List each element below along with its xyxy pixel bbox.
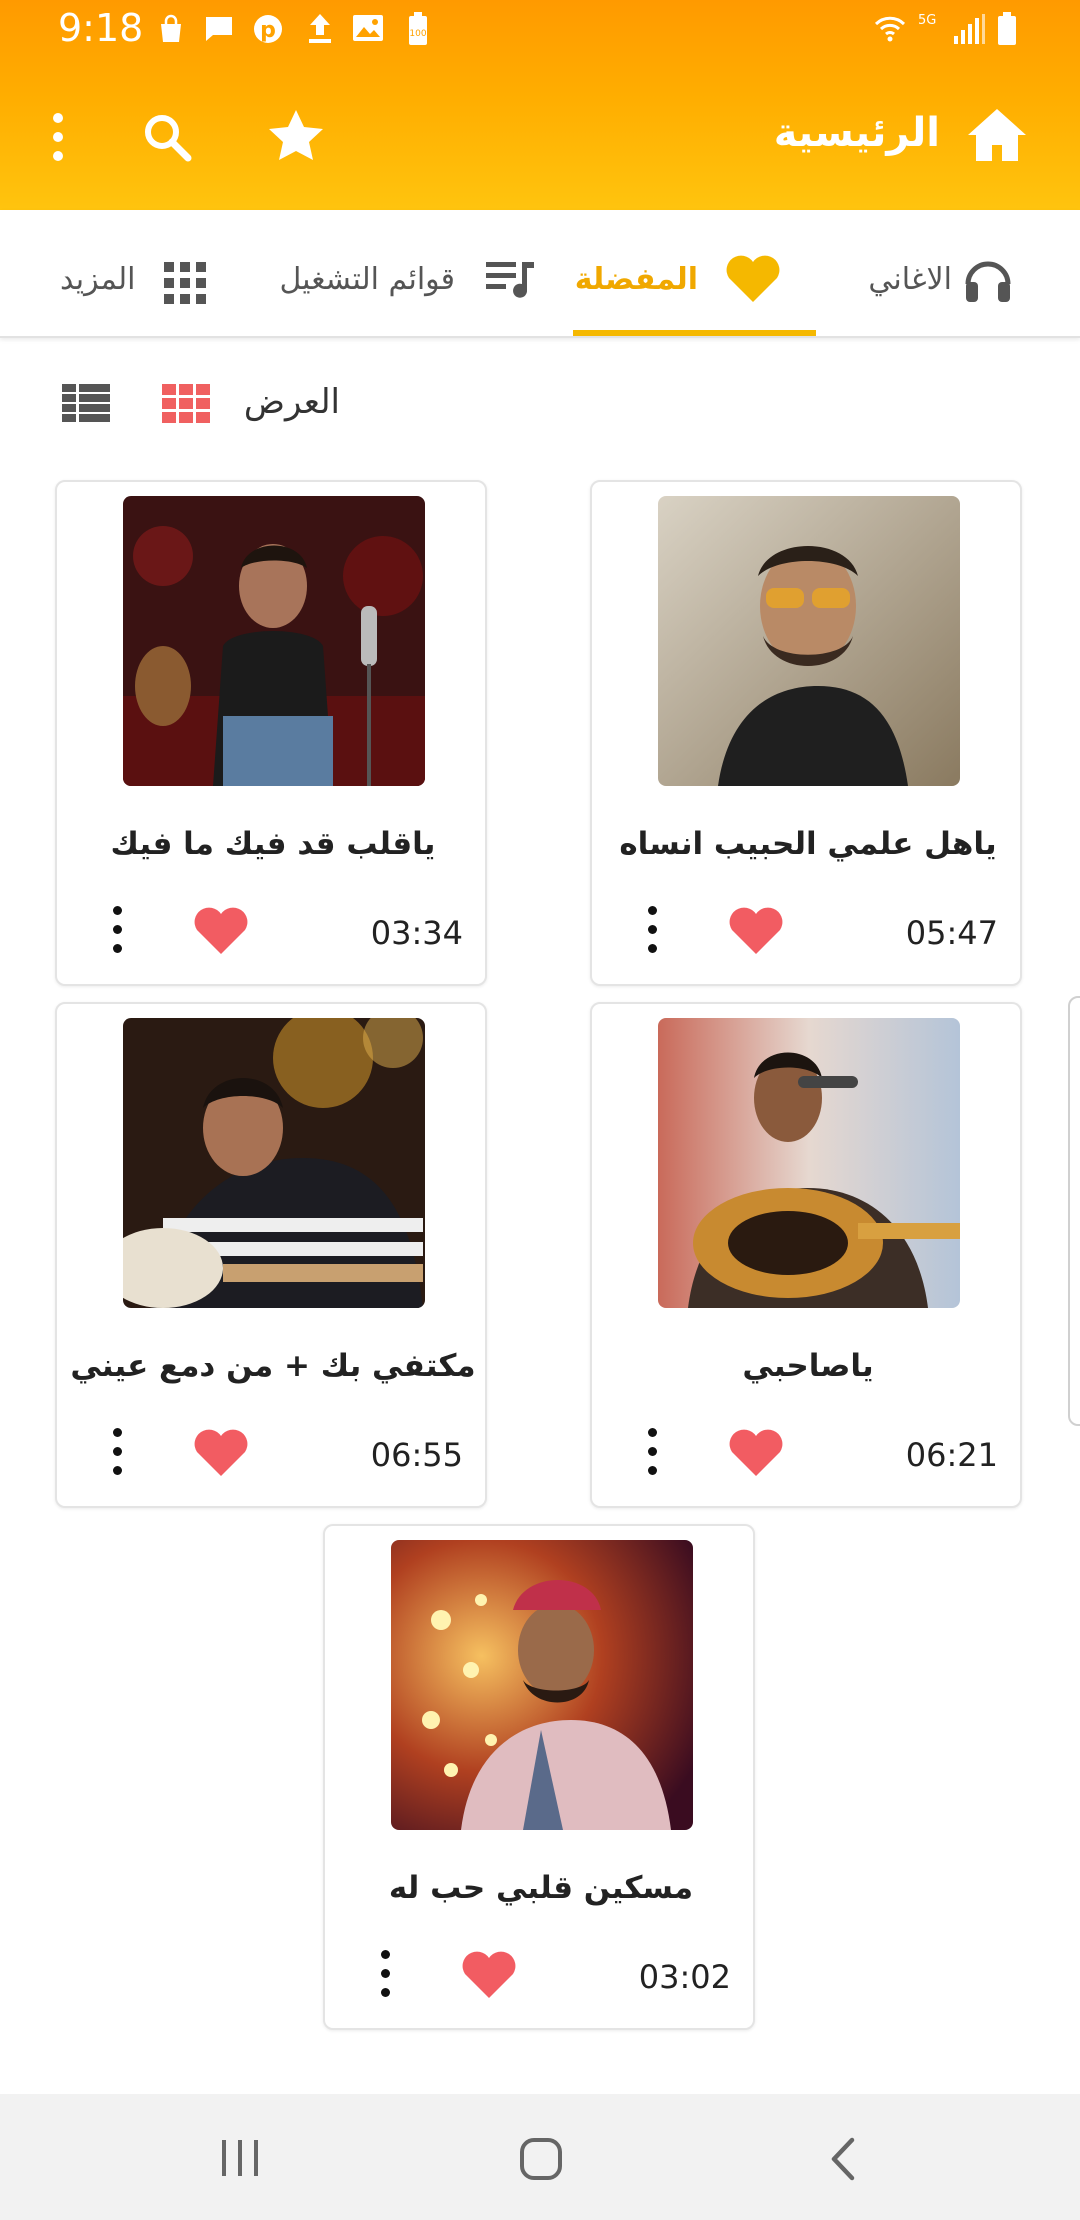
back-icon[interactable] <box>826 2136 860 2182</box>
battery-100-icon: 100 <box>409 12 427 45</box>
app-bar: 9:18 p 100 5G الرئيسية <box>0 0 1080 210</box>
signal-icon <box>954 14 985 44</box>
tab-bar: الاغاني المفضلة قوائم التشغيل المزيد <box>0 210 1080 338</box>
more-vert-icon[interactable] <box>50 112 66 162</box>
song-card[interactable]: ياصاحبي 06:21 <box>590 1002 1022 1508</box>
song-duration: 03:34 <box>370 914 463 952</box>
song-duration: 05:47 <box>905 914 998 952</box>
song-thumbnail <box>391 1540 693 1830</box>
song-thumbnail <box>123 496 425 786</box>
svg-text:5G: 5G <box>918 13 936 28</box>
more-vert-icon[interactable] <box>642 1424 662 1480</box>
tab-favorites[interactable]: المفضلة <box>573 210 816 336</box>
shopping-bag-icon <box>161 14 181 42</box>
message-icon <box>206 17 232 41</box>
edge-panel-handle[interactable] <box>1068 996 1080 1426</box>
more-vert-icon[interactable] <box>375 1946 395 2002</box>
active-tab-indicator <box>573 330 816 336</box>
page-title: الرئيسية <box>773 110 940 156</box>
svg-text:p: p <box>260 18 276 43</box>
image-icon <box>353 15 383 41</box>
header: الرئيسية <box>0 62 1080 210</box>
system-nav-bar <box>0 2094 1080 2220</box>
song-thumbnail <box>123 1018 425 1308</box>
home-button-icon[interactable] <box>518 2136 564 2182</box>
song-title: ياقلب قد فيك ما فيك <box>110 826 436 862</box>
song-title: مسكين قلبي حب له <box>388 1870 694 1906</box>
song-card[interactable]: ياهل علمي الحبيب انساه 05:47 <box>590 480 1022 986</box>
song-title: ياهل علمي الحبيب انساه <box>619 826 997 862</box>
tab-favorites-label: المفضلة <box>574 262 698 297</box>
status-time: 9:18 <box>58 6 144 50</box>
upload-icon <box>309 14 331 43</box>
favorite-heart-icon[interactable] <box>193 1428 249 1478</box>
favorite-heart-icon[interactable] <box>728 1428 784 1478</box>
status-bar: 9:18 p 100 5G <box>0 0 1080 62</box>
list-view-icon[interactable] <box>62 384 110 424</box>
song-duration: 03:02 <box>638 1958 731 1996</box>
playlist-icon <box>486 262 534 298</box>
song-thumbnail <box>658 1018 960 1308</box>
apps-grid-icon <box>164 262 206 304</box>
heart-icon <box>726 255 780 302</box>
more-vert-icon[interactable] <box>642 902 662 958</box>
pinterest-icon: p <box>254 15 282 43</box>
svg-text:100: 100 <box>409 29 426 39</box>
headphones-icon <box>965 261 1011 302</box>
5g-icon: 5G <box>918 13 936 28</box>
song-thumbnail <box>658 496 960 786</box>
tab-songs-label: الاغاني <box>868 262 952 297</box>
tab-more-label: المزيد <box>60 262 136 297</box>
song-title: ياصاحبي <box>742 1348 874 1384</box>
battery-icon <box>998 12 1016 45</box>
grid-view-icon[interactable] <box>162 384 210 424</box>
wifi-icon <box>874 16 906 42</box>
view-label: العرض <box>243 382 340 422</box>
tab-songs[interactable]: الاغاني <box>816 210 1080 336</box>
tab-more[interactable]: المزيد <box>0 210 276 336</box>
song-title: مكتفي بك + من دمع عيني <box>70 1348 476 1384</box>
tab-playlists[interactable]: قوائم التشغيل <box>276 210 573 336</box>
song-card[interactable]: مكتفي بك + من دمع عيني 06:55 <box>55 1002 487 1508</box>
song-card[interactable]: ياقلب قد فيك ما فيك 03:34 <box>55 480 487 986</box>
more-vert-icon[interactable] <box>107 902 127 958</box>
more-vert-icon[interactable] <box>107 1424 127 1480</box>
favorite-heart-icon[interactable] <box>728 906 784 956</box>
recent-apps-icon[interactable] <box>218 2138 262 2178</box>
tab-playlists-label: قوائم التشغيل <box>279 262 455 297</box>
favorite-heart-icon[interactable] <box>193 906 249 956</box>
favorite-heart-icon[interactable] <box>461 1950 517 2000</box>
home-icon[interactable] <box>966 106 1028 164</box>
song-duration: 06:21 <box>905 1436 998 1474</box>
song-card[interactable]: مسكين قلبي حب له 03:02 <box>323 1524 755 2030</box>
song-duration: 06:55 <box>370 1436 463 1474</box>
star-icon[interactable] <box>268 108 324 162</box>
search-icon[interactable] <box>142 112 194 164</box>
